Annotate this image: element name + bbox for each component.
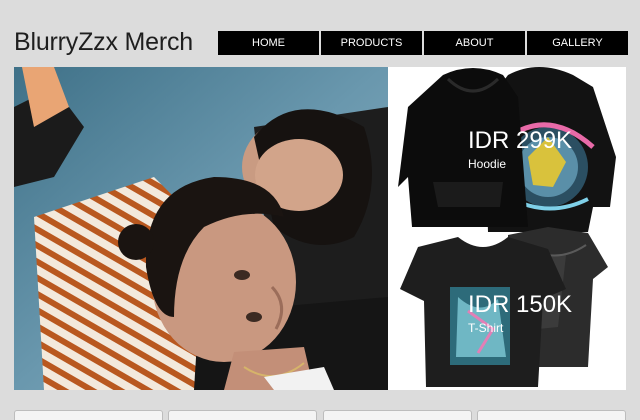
product-card[interactable] xyxy=(476,410,626,420)
product-card[interactable] xyxy=(14,410,163,420)
band-photo xyxy=(14,67,388,390)
product-cards-row xyxy=(14,410,626,420)
product-card[interactable] xyxy=(322,410,472,420)
tshirt-offer[interactable]: IDR 150K T-Shirt xyxy=(468,291,573,336)
hoodie-price: IDR 299K xyxy=(468,127,573,154)
main-nav: HOME PRODUCTS ABOUT GALLERY xyxy=(218,31,628,55)
hoodie-name: Hoodie xyxy=(468,157,507,171)
tshirt-name: T-Shirt xyxy=(468,321,504,335)
product-panel: IDR 299K Hoodie IDR 150K T-Shirt xyxy=(388,67,626,390)
site-title: BlurryZzx Merch xyxy=(14,28,193,56)
nav-home[interactable]: HOME xyxy=(218,31,319,55)
hero-banner: IDR 299K Hoodie IDR 150K T-Shirt xyxy=(14,67,626,390)
merch-illustration xyxy=(388,67,626,390)
tshirt-price: IDR 150K xyxy=(468,291,573,318)
nav-gallery[interactable]: GALLERY xyxy=(527,31,628,55)
product-card[interactable] xyxy=(168,410,318,420)
band-photo-illustration xyxy=(14,67,388,390)
hoodie-offer[interactable]: IDR 299K Hoodie xyxy=(468,127,573,172)
nav-products[interactable]: PRODUCTS xyxy=(321,31,422,55)
nav-about[interactable]: ABOUT xyxy=(424,31,525,55)
